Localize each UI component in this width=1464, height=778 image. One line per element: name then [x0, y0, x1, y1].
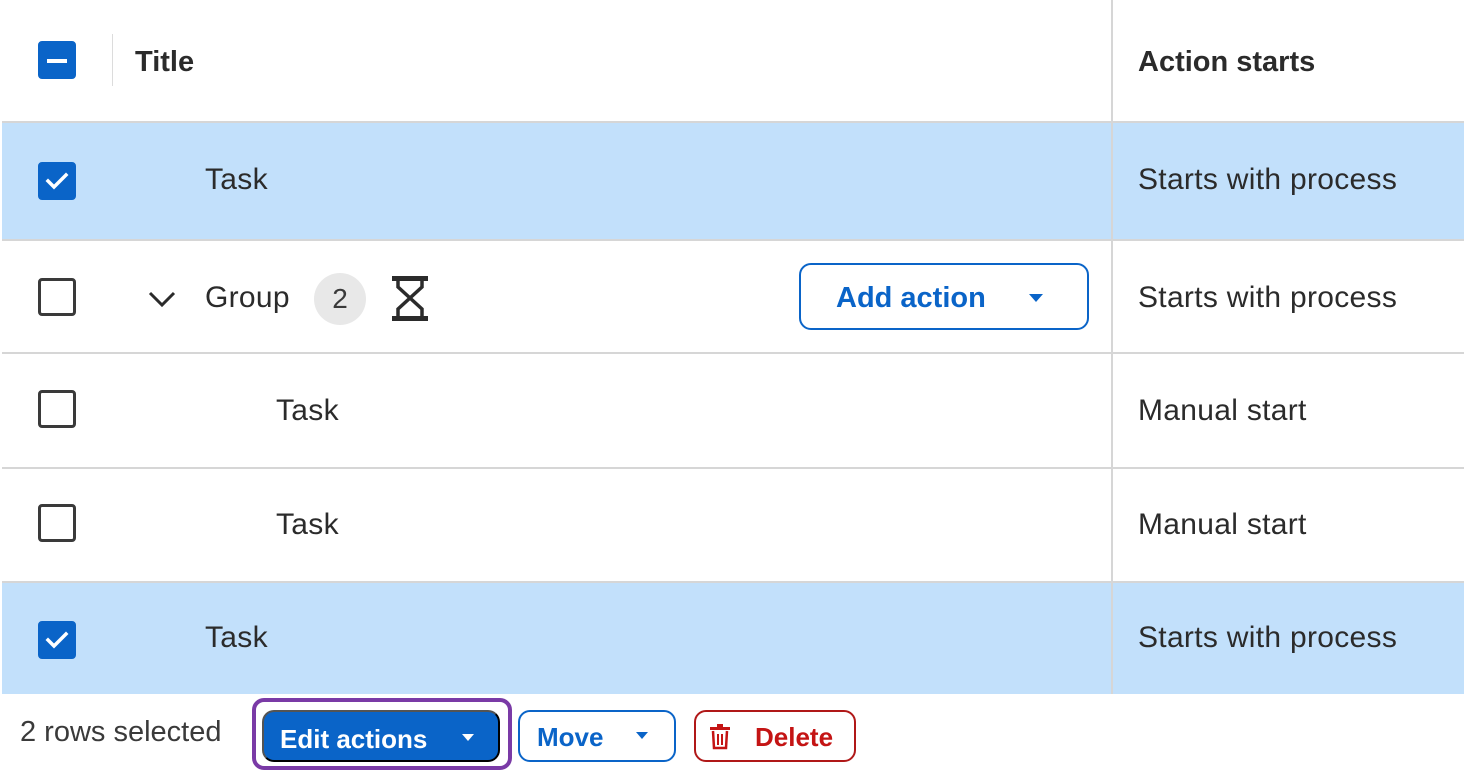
actions-table: Title Action starts Task Starts with pro…: [0, 0, 1464, 694]
bulk-action-bar: 2 rows selected Edit actions Move Delete: [0, 694, 1464, 778]
trash-icon: [710, 724, 730, 750]
row-action-starts: Manual start: [1138, 508, 1307, 541]
select-all-checkbox[interactable]: [38, 41, 76, 79]
delete-button[interactable]: Delete: [694, 710, 856, 762]
table-row[interactable]: Task Starts with process: [2, 123, 1464, 239]
row-action-starts: Starts with process: [1138, 621, 1398, 654]
action-starts-column-header[interactable]: Action starts: [1138, 46, 1315, 79]
check-icon: [45, 172, 69, 190]
edit-actions-label: Edit actions: [280, 724, 428, 754]
table-row[interactable]: Task Starts with process: [2, 583, 1464, 694]
title-column-header[interactable]: Title: [135, 46, 194, 79]
move-button[interactable]: Move: [518, 710, 676, 762]
move-label: Move: [537, 722, 604, 752]
row-action-starts: Manual start: [1138, 394, 1307, 427]
column-divider: [1111, 0, 1113, 694]
row-action-starts: Starts with process: [1138, 281, 1398, 314]
row-title: Task: [276, 508, 339, 541]
table-header: Title Action starts: [2, 0, 1464, 123]
chevron-down-icon[interactable]: [147, 289, 177, 309]
row-checkbox[interactable]: [38, 162, 76, 200]
delete-label: Delete: [755, 722, 834, 752]
caret-down-icon: [462, 734, 474, 741]
row-action-starts: Starts with process: [1138, 163, 1398, 196]
table-row[interactable]: Task Manual start: [2, 469, 1464, 583]
row-title: Task: [205, 163, 268, 196]
minus-icon: [47, 59, 67, 63]
group-title: Group: [205, 281, 290, 314]
row-checkbox[interactable]: [38, 621, 76, 659]
group-count-badge: 2: [314, 273, 366, 325]
selection-count-text: 2 rows selected: [20, 716, 222, 748]
edit-actions-button[interactable]: Edit actions: [262, 710, 500, 762]
row-title: Task: [205, 621, 268, 654]
table-row[interactable]: Task Manual start: [2, 354, 1464, 469]
add-action-button[interactable]: Add action: [799, 263, 1089, 330]
row-checkbox[interactable]: [38, 504, 76, 542]
check-icon: [45, 631, 69, 649]
row-title: Task: [276, 394, 339, 427]
row-checkbox[interactable]: [38, 278, 76, 316]
hourglass-icon: [392, 276, 428, 321]
header-divider: [112, 34, 113, 86]
row-checkbox[interactable]: [38, 390, 76, 428]
table-row-group[interactable]: Group 2 Add action Starts with process: [2, 239, 1464, 354]
caret-down-icon: [636, 732, 648, 739]
caret-down-icon: [1029, 294, 1043, 302]
add-action-label: Add action: [836, 282, 986, 314]
